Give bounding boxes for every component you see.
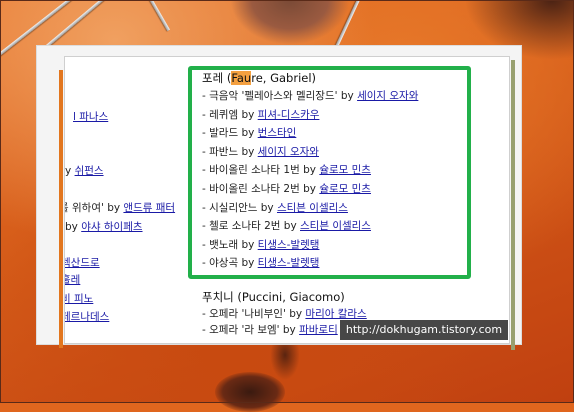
composer-heading: 포레 (Faure, Gabriel) <box>202 70 467 87</box>
item-prefix: y <box>65 165 75 177</box>
performer-link[interactable]: 파바로티 <box>299 324 338 336</box>
list-item: y 쉬펀스 <box>65 163 104 178</box>
composer-heading: 푸치니 (Puccini, Giacomo) <box>202 290 345 304</box>
list-item: - 야상곡 by 티생스-발렛탱 <box>202 254 467 273</box>
list-item: - 바이올린 소나타 1번 by 슐로모 민츠 <box>202 161 467 180</box>
list-item: by 야샤 하이페츠 <box>65 219 143 234</box>
performer-link[interactable]: 티생스-발렛탱 <box>258 257 320 269</box>
piece-title: - 오페라 '나비부인' by <box>202 308 306 320</box>
list-item-link[interactable]: 페르나데스 <box>65 309 109 324</box>
list-item: - 극음악 '펠레아스와 멜리장드' by 세이지 오자와 <box>202 87 467 106</box>
performer-link[interactable]: 세이지 오자와 <box>357 90 418 102</box>
piece-title: - 바이올린 소나타 2번 by <box>202 182 320 195</box>
performer-link[interactable]: 세이지 오자와 <box>258 146 319 158</box>
performer-link[interactable]: 번스타인 <box>258 127 297 139</box>
item-prefix: by <box>65 221 82 233</box>
performer-link[interactable]: 피셔-디스카우 <box>258 109 320 121</box>
list-item-link[interactable]: 훌레 <box>65 272 80 287</box>
piece-title: - 레퀴엠 by <box>202 108 258 121</box>
list-item: 를 위하여' by 앤드류 패터 <box>64 200 175 215</box>
performer-link[interactable]: 야샤 하이페츠 <box>81 221 142 233</box>
piece-title: - 야상곡 by <box>202 257 258 270</box>
violin-scroll-shadow <box>230 0 350 45</box>
list-item: - 뱃노래 by 티생스-발렛탱 <box>202 236 467 255</box>
list-item: - 시실리안느 by 스티븐 이셀리스 <box>202 199 467 218</box>
piece-title: - 발라드 by <box>202 127 258 140</box>
list-item: - 레퀴엠 by 피셔-디스카우 <box>202 106 467 125</box>
item-prefix: 를 위하여' by <box>64 202 124 214</box>
piece-title: - 첼로 소나타 2번 by <box>202 220 300 233</box>
blog-url-watermark: http://dokhugam.tistory.com <box>340 320 508 340</box>
heading-text: re, Gabriel) <box>251 71 317 85</box>
faure-section: 포레 (Faure, Gabriel) - 극음악 '펠레아스와 멜리장드' b… <box>202 70 467 273</box>
performer-link[interactable]: 스티븐 이셀리스 <box>277 202 348 214</box>
card-orange-edge <box>59 70 63 348</box>
performer-link[interactable]: 쉬펀스 <box>75 165 104 177</box>
list-item: - 첼로 소나타 2번 by 스티븐 이셀리스 <box>202 217 467 236</box>
violin-f-hole <box>215 372 285 412</box>
list-item: - 바이올린 소나타 2번 by 슐로모 민츠 <box>202 180 467 199</box>
piece-title: - 뱃노래 by <box>202 238 258 251</box>
piece-title: - 오페라 '라 보엠' by <box>202 324 300 336</box>
list-item: - 파반느 by 세이지 오자와 <box>202 143 467 162</box>
piece-title: - 바이올린 소나타 1번 by <box>202 164 320 177</box>
card-olive-edge <box>511 60 515 350</box>
search-highlight: Fau <box>231 71 252 85</box>
performer-link[interactable]: 티생스-발렛탱 <box>258 239 320 251</box>
list-item-link[interactable]: l 파나스 <box>73 109 108 124</box>
piece-title: - 시실리안느 by <box>202 201 277 214</box>
left-column-clipped: l 파나스 y 쉬펀스 를 위하여' by 앤드류 패터 by 야샤 하이페츠 … <box>65 57 185 343</box>
performer-link[interactable]: 스티븐 이셀리스 <box>300 220 371 232</box>
list-item-link[interactable]: 비 피노 <box>65 291 93 306</box>
list-item-link[interactable]: 렉산드로 <box>65 255 100 270</box>
piece-title: - 극음악 '펠레아스와 멜리장드' by <box>202 90 358 102</box>
heading-text: 포레 ( <box>202 71 232 85</box>
performer-link[interactable]: 앤드류 패터 <box>123 202 175 214</box>
list-item: - 발라드 by 번스타인 <box>202 124 467 143</box>
piece-title: - 파반느 by <box>202 145 258 158</box>
performer-link[interactable]: 슐로모 민츠 <box>319 183 371 195</box>
performer-link[interactable]: 마리아 칼라스 <box>305 308 366 320</box>
performer-link[interactable]: 슐로모 민츠 <box>319 164 371 176</box>
